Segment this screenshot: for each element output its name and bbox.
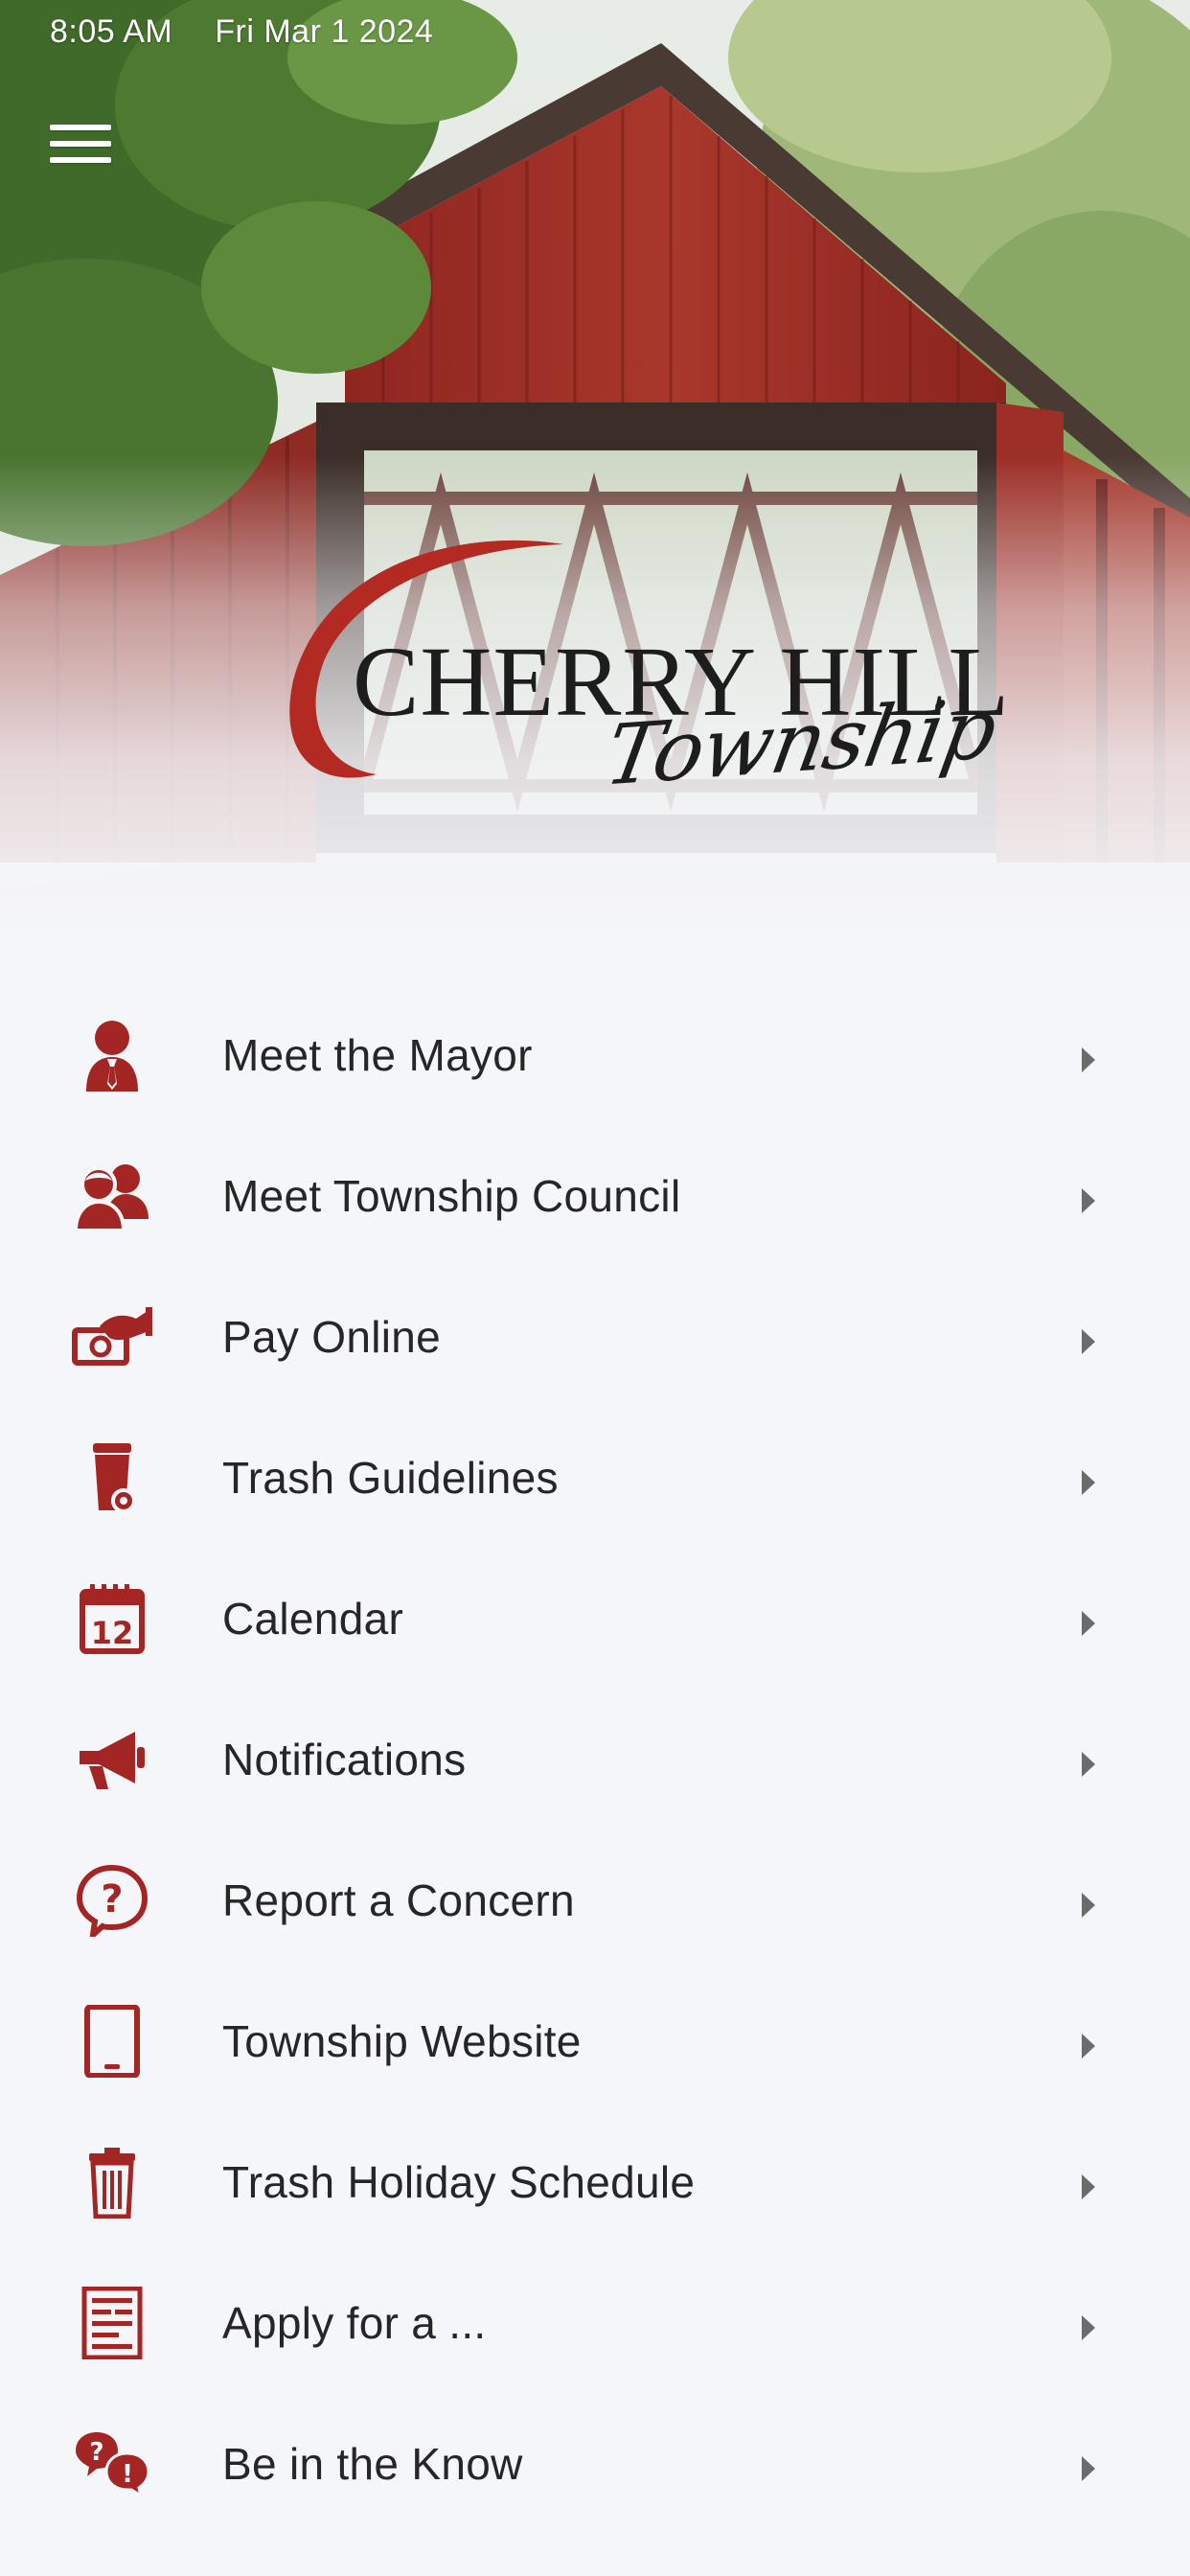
trash-bin-icon — [69, 1438, 155, 1517]
menu-item-township-website[interactable]: Township Website — [0, 1971, 1190, 2112]
hamburger-menu-icon[interactable] — [50, 105, 136, 182]
menu-item-report-a-concern[interactable]: ? Report a Concern — [0, 1830, 1190, 1971]
chevron-right-icon — [1082, 1893, 1095, 1918]
menu-line — [50, 157, 111, 163]
menu-item-label: Apply for a ... — [222, 2298, 487, 2348]
menu-item-calendar[interactable]: 12 Calendar — [0, 1549, 1190, 1690]
svg-text:?: ? — [89, 2438, 103, 2467]
info-chat-icon: ? ! — [69, 2425, 155, 2503]
chevron-right-icon — [1082, 1188, 1095, 1213]
menu-item-label: Trash Holiday Schedule — [222, 2157, 696, 2207]
menu-item-label: Meet Township Council — [222, 1171, 681, 1221]
chevron-right-icon — [1082, 1470, 1095, 1495]
menu-item-trash-holiday-schedule[interactable]: Trash Holiday Schedule — [0, 2112, 1190, 2253]
menu-item-be-in-the-know[interactable]: ? ! Be in the Know — [0, 2394, 1190, 2535]
tablet-icon — [69, 2002, 155, 2081]
menu-item-apply-for-a[interactable]: Apply for a ... — [0, 2253, 1190, 2394]
status-bar: 8:05 AM Fri Mar 1 2024 — [50, 13, 433, 51]
menu-item-label: Be in the Know — [222, 2439, 523, 2489]
chevron-right-icon — [1082, 2174, 1095, 2199]
menu-item-label: Township Website — [222, 2016, 582, 2066]
status-date: Fri Mar 1 2024 — [215, 13, 434, 50]
mayor-person-icon — [69, 1016, 155, 1094]
menu-line — [50, 141, 111, 147]
menu-item-label: Notifications — [222, 1735, 467, 1784]
menu-line — [50, 125, 111, 130]
svg-text:?: ? — [101, 1877, 123, 1921]
main-menu-list: Meet the Mayor Meet Township Council Pay… — [0, 985, 1190, 2535]
chevron-right-icon — [1082, 1611, 1095, 1636]
form-document-icon — [69, 2284, 155, 2362]
hand-money-icon — [69, 1298, 155, 1376]
chevron-right-icon — [1082, 2034, 1095, 2058]
menu-item-label: Trash Guidelines — [222, 1453, 559, 1503]
question-bubble-icon: ? — [69, 1861, 155, 1940]
chevron-right-icon — [1082, 1047, 1095, 1072]
calendar-day-number: 12 — [91, 1615, 134, 1651]
menu-item-label: Meet the Mayor — [222, 1030, 533, 1080]
menu-item-trash-guidelines[interactable]: Trash Guidelines — [0, 1408, 1190, 1549]
menu-item-notifications[interactable]: Notifications — [0, 1690, 1190, 1830]
menu-item-meet-township-council[interactable]: Meet Township Council — [0, 1126, 1190, 1267]
menu-item-label: Report a Concern — [222, 1875, 575, 1925]
chevron-right-icon — [1082, 1752, 1095, 1777]
trash-can-icon — [69, 2143, 155, 2221]
cherry-hill-township-logo: CHERRY HILL Township — [286, 537, 1009, 824]
hero-banner: 8:05 AM Fri Mar 1 2024 CHERRY HILL Towns… — [0, 0, 1190, 951]
chevron-right-icon — [1082, 1329, 1095, 1354]
svg-text:!: ! — [122, 2460, 133, 2489]
chevron-right-icon — [1082, 2456, 1095, 2481]
chevron-right-icon — [1082, 2315, 1095, 2340]
status-time: 8:05 AM — [50, 13, 173, 50]
calendar-icon: 12 — [69, 1579, 155, 1658]
megaphone-icon — [69, 1720, 155, 1799]
menu-item-pay-online[interactable]: Pay Online — [0, 1267, 1190, 1408]
menu-item-label: Pay Online — [222, 1312, 442, 1362]
menu-item-label: Calendar — [222, 1594, 404, 1644]
menu-item-meet-the-mayor[interactable]: Meet the Mayor — [0, 985, 1190, 1126]
council-people-icon — [69, 1157, 155, 1235]
